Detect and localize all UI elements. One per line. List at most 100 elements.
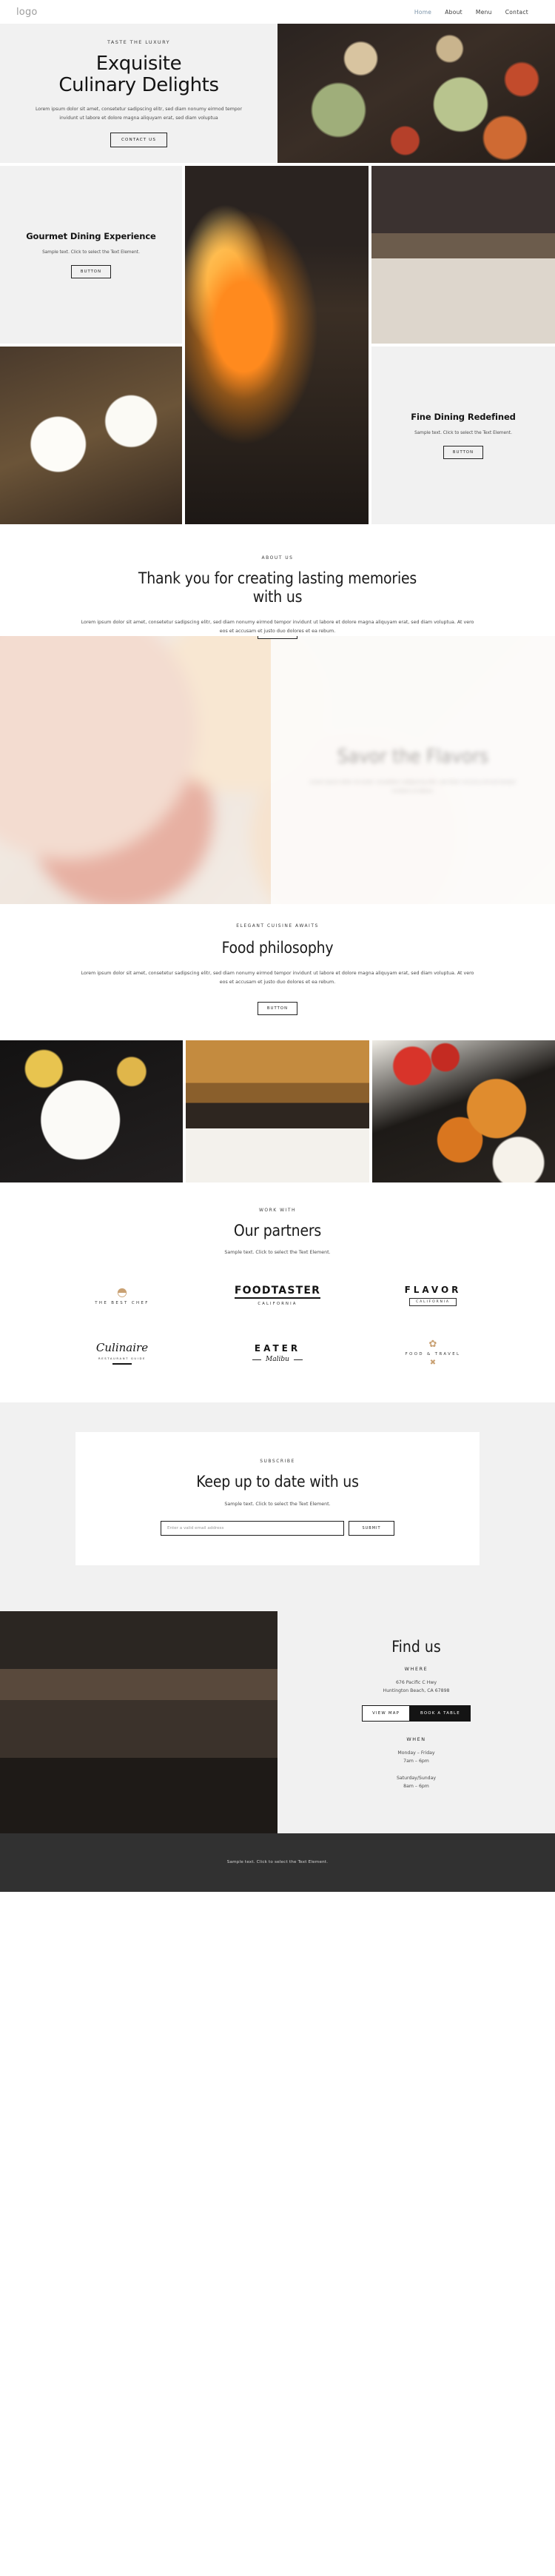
partner-logo-flavor[interactable]: FLAVOR CALIFORNIA: [355, 1277, 511, 1315]
feature-card-finedining-button[interactable]: BUTTON: [443, 446, 484, 460]
findus-info: Find us WHERE 676 Pacific C Hwy Huntingt…: [278, 1610, 555, 1833]
site-header: logo Home About Menu Contact: [0, 0, 555, 24]
findus-where-label: WHERE: [404, 1665, 428, 1672]
partners-logo-grid: ◓ THE BEST CHEF FOODTASTER CALIFORNIA FL…: [0, 1257, 555, 1402]
chef-counter-image: [0, 1610, 278, 1833]
partner-logo-foodtaster[interactable]: FOODTASTER CALIFORNIA: [200, 1277, 355, 1315]
philosophy-section: ELEGANT CUISINE AWAITS Food philosophy L…: [0, 904, 555, 1041]
subscribe-eyebrow: SUBSCRIBE: [260, 1458, 295, 1464]
partner-sub-2: CALIFORNIA: [258, 1301, 297, 1306]
findus-title: Find us: [391, 1637, 441, 1656]
footer-text: Sample text. Click to select the Text El…: [226, 1860, 329, 1865]
partner-name-1: THE BEST CHEF: [95, 1300, 149, 1305]
hours-weekday-time: 7am – 6pm: [403, 1759, 429, 1764]
philosophy-title: Food philosophy: [221, 939, 334, 957]
partner-sub-3: CALIFORNIA: [409, 1298, 457, 1307]
partner-name-3: FLAVOR: [404, 1285, 462, 1296]
hero-title: Exquisite Culinary Delights: [58, 52, 219, 97]
partner-name-4: Culinaire: [95, 1340, 149, 1354]
findus-section: Find us WHERE 676 Pacific C Hwy Huntingt…: [0, 1610, 555, 1833]
partners-copy: Sample text. Click to select the Text El…: [224, 1249, 331, 1255]
dash-right-icon: [293, 1359, 303, 1361]
partner-sub-wrap-5: Malibu: [252, 1356, 303, 1363]
main-navigation: Home About Menu Contact: [414, 9, 539, 16]
crossed-utensils-icon: ✖: [429, 1359, 437, 1368]
partner-logo-the-best-chef[interactable]: ◓ THE BEST CHEF: [44, 1277, 200, 1315]
feature-card-gourmet-title: Gourmet Dining Experience: [26, 230, 156, 241]
hours-weekend-time: 8am – 6pm: [403, 1783, 429, 1789]
email-input[interactable]: [161, 1520, 344, 1536]
food-table-image: [278, 24, 555, 163]
nav-item-contact[interactable]: Contact: [505, 9, 528, 16]
partners-title: Our partners: [233, 1222, 322, 1240]
findus-when-label: WHEN: [406, 1736, 426, 1743]
plated-appetizers-image: [0, 347, 182, 524]
partner-sub-5: Malibu: [266, 1356, 289, 1364]
black-plate-salad-image: [0, 1040, 184, 1183]
about-button[interactable]: BUTTON: [257, 636, 298, 640]
mortar-bowl-icon: ◓: [117, 1284, 127, 1299]
philosophy-copy: Lorem ipsum dolor sit amet, consetetur s…: [81, 971, 474, 986]
grid-gutter: [0, 524, 185, 527]
partner-name-6: FOOD & TRAVEL: [405, 1352, 461, 1357]
parallax-copy: Lorem ipsum dolor sit amet, consetetur s…: [309, 779, 517, 794]
nav-item-menu[interactable]: Menu: [476, 9, 492, 16]
partners-section: WORK WITH Our partners Sample text. Clic…: [0, 1182, 555, 1257]
tomatoes-skillet-image: [371, 1040, 555, 1183]
philosophy-eyebrow: ELEGANT CUISINE AWAITS: [236, 923, 319, 929]
about-copy: Lorem ipsum dolor sit amet, consetetur s…: [81, 620, 474, 635]
partner-name-5: EATER: [254, 1343, 301, 1354]
chef-flambe-image: [185, 166, 369, 524]
hours-weekend-days: Saturday/Sunday: [396, 1776, 437, 1782]
site-footer: Sample text. Click to select the Text El…: [0, 1833, 555, 1892]
view-map-button[interactable]: VIEW MAP: [362, 1705, 411, 1722]
fire-chef-image: [185, 166, 369, 524]
hero-section: TASTE THE LUXURY Exquisite Culinary Deli…: [0, 24, 555, 163]
partner-logo-food-and-travel[interactable]: ✿ FOOD & TRAVEL ✖: [355, 1334, 511, 1373]
parallax-content: Savor the Flavors Lorem ipsum dolor sit …: [271, 636, 555, 904]
philosophy-button[interactable]: BUTTON: [257, 1002, 298, 1016]
findus-address-line-1: 676 Pacific C Hwy: [395, 1679, 437, 1685]
parallax-section: Savor the Flavors Lorem ipsum dolor sit …: [0, 636, 555, 905]
hero-title-line-2: Culinary Delights: [58, 74, 219, 97]
hours-weekday-days: Monday – Friday: [397, 1750, 435, 1756]
about-eyebrow: ABOUT US: [261, 555, 294, 561]
findus-button-row: VIEW MAP BOOK A TABLE: [362, 1705, 471, 1722]
gallery-section: [0, 1040, 555, 1183]
site-logo[interactable]: logo: [16, 7, 38, 18]
findus-address-line-2: Huntington Beach, CA 67898: [383, 1687, 450, 1693]
dash-left-icon: [252, 1359, 262, 1361]
about-section: ABOUT US Thank you for creating lasting …: [0, 527, 555, 637]
feature-card-gourmet: Gourmet Dining Experience Sample text. C…: [0, 166, 182, 344]
partner-logo-eater[interactable]: EATER Malibu: [200, 1334, 355, 1373]
book-a-table-button[interactable]: BOOK A TABLE: [410, 1705, 471, 1722]
features-grid: Gourmet Dining Experience Sample text. C…: [0, 166, 555, 527]
hero-description: Lorem ipsum dolor sit amet, consetetur s…: [35, 107, 243, 121]
feature-card-gourmet-copy: Sample text. Click to select the Text El…: [42, 250, 140, 255]
hero-contact-button[interactable]: CONTACT US: [110, 133, 167, 148]
nav-item-about[interactable]: About: [445, 9, 462, 16]
grid-gutter: [371, 524, 555, 527]
man-dining-image: [186, 1040, 369, 1183]
partners-eyebrow: WORK WITH: [258, 1208, 297, 1214]
hero-eyebrow: TASTE THE LUXURY: [107, 39, 170, 45]
partner-sub-4: RESTAURANT GUIDE: [98, 1356, 147, 1360]
findus-image: [0, 1610, 278, 1833]
hero-title-line-1: Exquisite: [95, 52, 182, 75]
subscribe-submit-button[interactable]: SUBMIT: [349, 1520, 394, 1536]
partner-logo-culinaire[interactable]: Culinaire RESTAURANT GUIDE: [44, 1334, 200, 1373]
feature-card-gourmet-button[interactable]: BUTTON: [70, 265, 112, 279]
dining-room-image: [371, 166, 555, 344]
subscribe-form: SUBMIT: [105, 1520, 450, 1536]
gallery-item-1: [0, 1040, 184, 1183]
hero-image: [278, 24, 555, 163]
subscribe-title: Keep up to date with us: [196, 1472, 359, 1491]
partner-rule-icon: [112, 1362, 132, 1365]
restaurant-interior-image: [371, 166, 555, 344]
feature-card-finedining-title: Fine Dining Redefined: [411, 411, 516, 422]
landing-page: logo Home About Menu Contact TASTE THE L…: [0, 0, 555, 1892]
nav-item-home[interactable]: Home: [414, 9, 431, 16]
leaf-icon: ✿: [428, 1339, 437, 1351]
subscribe-section: SUBSCRIBE Keep up to date with us Sample…: [0, 1402, 555, 1611]
subscribe-card: SUBSCRIBE Keep up to date with us Sample…: [75, 1431, 480, 1565]
